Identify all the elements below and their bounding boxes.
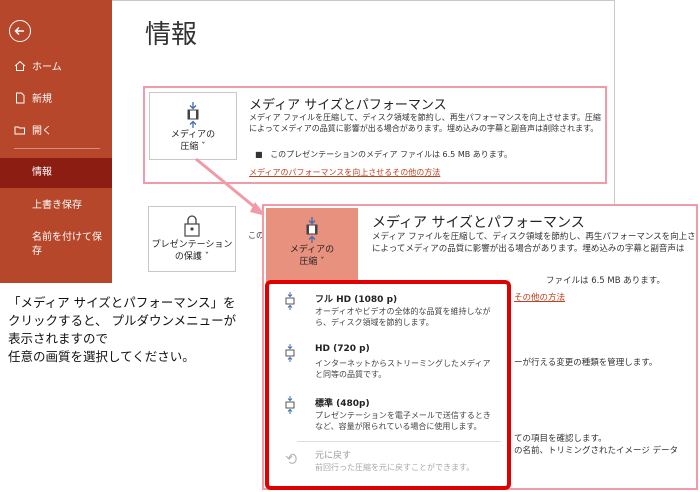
option-title: 標準 (480p) bbox=[315, 399, 370, 409]
screenshot-page: ホーム 新規 開く 情報 上書き保存 名前を付けて保存 情報 メディアの 圧縮 … bbox=[0, 0, 700, 492]
caption-line: 表示されますので bbox=[8, 331, 109, 346]
media-compress-icon bbox=[285, 344, 295, 362]
media-compress-icon bbox=[285, 292, 295, 310]
option-desc: 前回行った圧縮を元に戻すことができます。 bbox=[315, 463, 475, 472]
option-title: HD (720 p) bbox=[315, 344, 370, 354]
background-text-fragment: ーが行える変更の種類を管理します。 bbox=[514, 358, 658, 368]
option-title: フル HD (1080 p) bbox=[315, 295, 398, 305]
option-desc: インターネットからストリーミングしたメディアと同等の品質です。 bbox=[315, 359, 491, 379]
undo-icon bbox=[285, 453, 297, 464]
option-full-hd[interactable]: フル HD (1080 p) オーディオやビデオの全体的な品質を維持しながら、デ… bbox=[283, 292, 503, 332]
background-text-fragment: ての項目を確認します。 bbox=[514, 434, 607, 444]
option-desc: オーディオやビデオの全体的な品質を維持しながら、ディスク領域を節約します。 bbox=[315, 307, 491, 327]
caption-line: 任意の画質を選択してください。 bbox=[8, 349, 195, 364]
tile-label: メディアの bbox=[289, 245, 335, 255]
option-title: 元に戻す bbox=[315, 451, 352, 461]
caption-line: クリックすると、 プルダウンメニューが bbox=[8, 313, 237, 328]
dropdown-separator bbox=[297, 441, 501, 442]
background-text-fragment: の名前、トリミングされたイメージ データ bbox=[514, 446, 679, 456]
option-standard[interactable]: 標準 (480p) プレゼンテーションを電子メールで送信するときなど、容量が限ら… bbox=[283, 396, 503, 436]
section-title: メディア サイズとパフォーマンス bbox=[372, 215, 585, 231]
bullet-text: ファイルは 6.5 MB あります。 bbox=[546, 276, 665, 286]
option-undo[interactable]: 元に戻す 前回行った圧縮を元に戻すことができます。 bbox=[283, 448, 503, 484]
tile-label: 圧縮 ˇ bbox=[299, 257, 325, 267]
compress-media-button-pressed[interactable]: メディアの 圧縮 ˇ bbox=[266, 208, 358, 286]
media-performance-link[interactable]: その他の方法 bbox=[514, 291, 565, 303]
caption-line: 「メディア サイズとパフォーマンス」を bbox=[8, 295, 236, 310]
option-hd[interactable]: HD (720 p) インターネットからストリーミングしたメディアと同等の品質で… bbox=[283, 344, 503, 384]
option-desc: プレゼンテーションを電子メールで送信するときなど、容量が限られている場合に使用し… bbox=[315, 411, 491, 431]
media-compress-icon bbox=[306, 217, 318, 243]
instruction-caption: 「メディア サイズとパフォーマンス」を クリックすると、 プルダウンメニューが … bbox=[8, 294, 263, 366]
compress-quality-dropdown: フル HD (1080 p) オーディオやビデオの全体的な品質を維持しながら、デ… bbox=[265, 280, 511, 490]
media-compress-icon bbox=[285, 396, 295, 414]
section-desc-line: メディア ファイルを圧縮して、ディスク領域を節約し、再生パフォーマンスを向上させ bbox=[372, 232, 698, 242]
section-desc-line: によってメディアの品質に影響が出る場合があります。埋め込みの字幕と副音声は bbox=[372, 244, 685, 254]
